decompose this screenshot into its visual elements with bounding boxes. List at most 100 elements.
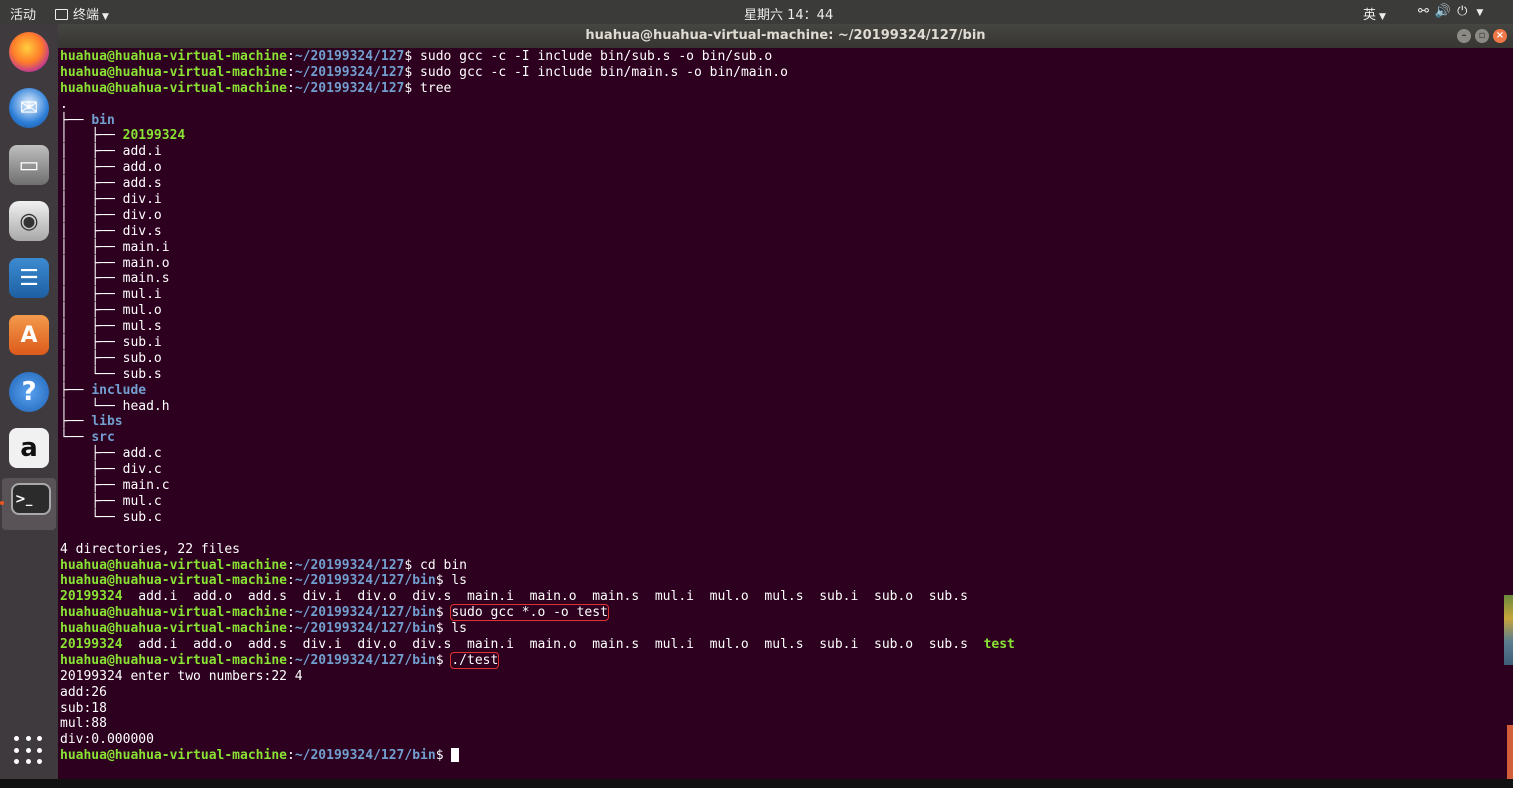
program-output: div:0.000000 [60, 732, 154, 748]
rhythmbox-icon[interactable]: ◉ [9, 201, 49, 241]
tree-root: . [60, 96, 68, 112]
tree-item: ├── add.c [60, 446, 162, 462]
firefox-icon[interactable] [9, 32, 49, 72]
terminal-text: mul.o [122, 303, 162, 319]
activities-button[interactable]: 活动 [10, 4, 36, 23]
terminal-line: huahua@huahua-virtual-machine:~/20199324… [60, 604, 609, 622]
terminal-text: div.c [122, 462, 162, 478]
command: cd bin [420, 557, 468, 573]
terminal-text: ~/20199324/127 [294, 64, 405, 80]
app-grid-icon[interactable] [14, 736, 44, 766]
files-icon[interactable]: ▭ [9, 145, 49, 185]
terminal-text: head.h [122, 398, 170, 414]
terminal-text: huahua@huahua-virtual-machine [60, 748, 287, 764]
tree-summary: 4 directories, 22 files [60, 541, 241, 557]
writer-icon[interactable]: ☰ [9, 258, 49, 298]
window-title: huahua@huahua-virtual-machine: ~/2019932… [585, 28, 986, 43]
terminal-text: sub.i [122, 335, 162, 351]
terminal-text: div.i [122, 192, 162, 208]
terminal-line: huahua@huahua-virtual-machine:~/20199324… [60, 64, 788, 80]
tree-item: │ ├── mul.i [60, 287, 162, 303]
tree-item: │ ├── mul.o [60, 303, 162, 319]
chevron-down-icon: ▼ [1476, 8, 1490, 18]
terminal-text: add.s [122, 176, 162, 192]
command: tree [420, 80, 452, 96]
terminal-text: huahua@huahua-virtual-machine [60, 64, 287, 80]
terminal-text: huahua@huahua-virtual-machine [60, 80, 287, 96]
tree-dir: ├── libs [60, 414, 123, 430]
ls-output: 20199324 add.i add.o add.s div.i div.o d… [60, 637, 1505, 653]
power-icon: ⏻ [1457, 4, 1474, 19]
terminal-text: 20199324 [60, 589, 123, 605]
program-output: sub:18 [60, 700, 107, 716]
close-button[interactable]: × [1493, 29, 1507, 43]
terminal-text: huahua@huahua-virtual-machine [60, 652, 287, 668]
tree-dir: ├── bin [60, 112, 115, 128]
terminal-text: main.s [122, 271, 170, 287]
tree-item: ├── div.c [60, 462, 162, 478]
tree-item: │ ├── add.o [60, 160, 162, 176]
tree-item: │ ├── 20199324 [60, 128, 186, 144]
terminal-output[interactable]: huahua@huahua-virtual-machine:~/20199324… [60, 49, 1505, 779]
tree-item: │ ├── main.o [60, 255, 170, 271]
terminal-text: div.s [122, 223, 162, 239]
tree-item: │ ├── sub.o [60, 350, 162, 366]
terminal-text: src [91, 430, 115, 446]
software-center-icon[interactable]: A [9, 315, 49, 355]
chevron-down-icon: ▼ [1379, 12, 1386, 22]
terminal-text: mul.i [122, 287, 162, 303]
tree-item: │ ├── div.s [60, 223, 162, 239]
terminal-icon[interactable]: >_ [11, 483, 51, 515]
terminal-text: ~/20199324/127 [294, 49, 405, 64]
terminal-text: ~/20199324/127/bin [294, 573, 436, 589]
terminal-text: ~/20199324/127/bin [294, 621, 436, 637]
terminal-text: mul.s [122, 319, 162, 335]
terminal-text: huahua@huahua-virtual-machine [60, 621, 287, 637]
tree-item: │ ├── div.o [60, 207, 162, 223]
terminal-line: huahua@huahua-virtual-machine:~/20199324… [60, 573, 468, 589]
program-output: 20199324 enter two numbers:22 4 [60, 668, 303, 684]
terminal-text: libs [91, 414, 123, 430]
terminal-text: ~/20199324/127/bin [294, 605, 436, 621]
tree-item: └── sub.c [60, 509, 162, 525]
system-tray[interactable]: ⚯🔊⏻ ▼ [1418, 4, 1489, 19]
bottom-edge [0, 779, 1513, 788]
clock[interactable]: 星期六 14：44 [744, 4, 833, 23]
app-menu[interactable]: 终端 ▼ [55, 4, 109, 23]
terminal-text: bin [91, 112, 115, 128]
terminal-line: huahua@huahua-virtual-machine:~/20199324… [60, 49, 773, 64]
window-titlebar[interactable]: huahua@huahua-virtual-machine: ~/2019932… [58, 24, 1513, 48]
terminal-text: add.c [122, 446, 162, 462]
terminal-text: 20199324 [60, 636, 123, 652]
terminal-small-icon [55, 9, 68, 20]
chevron-down-icon: ▼ [102, 12, 109, 22]
app-menu-label: 终端 [73, 8, 100, 23]
terminal-text: main.o [122, 255, 170, 271]
text-cursor [451, 748, 460, 763]
terminal-line: huahua@huahua-virtual-machine:~/20199324… [60, 621, 468, 637]
thunderbird-icon[interactable]: ✉ [9, 88, 49, 128]
terminal-text: sub.s [122, 366, 162, 382]
terminal-text: huahua@huahua-virtual-machine [60, 557, 287, 573]
minimize-button[interactable]: – [1457, 29, 1471, 43]
help-icon[interactable]: ? [9, 372, 49, 412]
maximize-button[interactable]: ▫ [1475, 29, 1489, 43]
terminal-text: include [91, 382, 147, 398]
terminal-text: ~/20199324/127 [294, 80, 405, 96]
tree-dir: └── src [60, 430, 115, 446]
input-method-menu[interactable]: 英 ▼ [1363, 4, 1386, 23]
tree-item: │ ├── div.i [60, 192, 162, 208]
terminal-line: huahua@huahua-virtual-machine:~/20199324… [60, 748, 1505, 764]
tree-item: │ ├── add.s [60, 176, 162, 192]
tree-item: │ └── head.h [60, 398, 170, 414]
side-meter [1504, 595, 1513, 665]
tree-item: │ └── sub.s [60, 366, 162, 382]
tree-item: │ ├── sub.i [60, 335, 162, 351]
terminal-text: add.i add.o add.s div.i div.o div.s main… [138, 589, 968, 605]
scrollbar[interactable] [1507, 725, 1513, 779]
ls-output: 20199324 add.i add.o add.s div.i div.o d… [60, 589, 1505, 605]
amazon-icon[interactable]: a [9, 428, 49, 468]
tree-item: │ ├── mul.s [60, 319, 162, 335]
running-indicator [0, 501, 4, 505]
